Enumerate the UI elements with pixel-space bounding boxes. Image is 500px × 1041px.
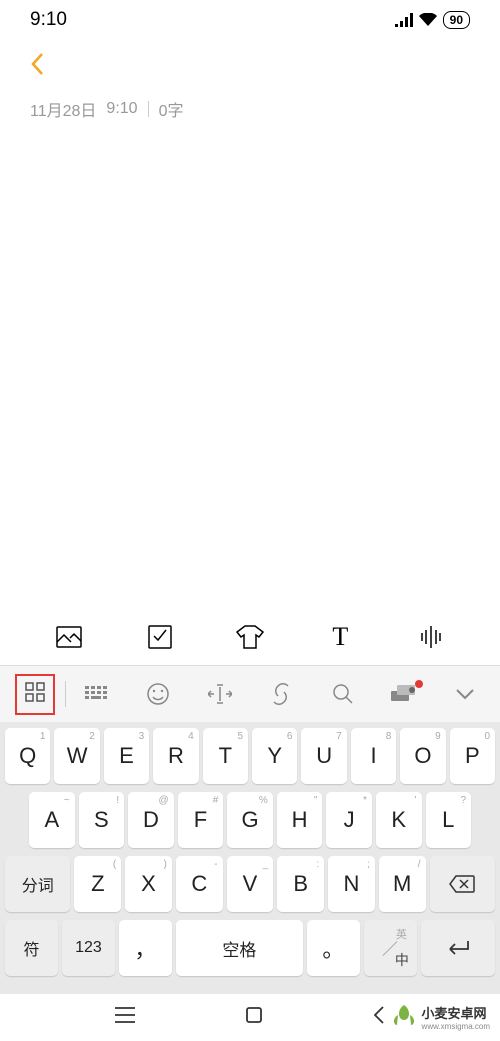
voice-input-button[interactable] <box>417 623 445 651</box>
watermark-name: 小麦安卓网 <box>422 1003 490 1022</box>
search-button[interactable] <box>312 676 373 712</box>
key-O[interactable]: 9O <box>400 728 445 784</box>
insert-checkbox-button[interactable] <box>146 623 174 651</box>
key-H[interactable]: "H <box>277 792 323 848</box>
back-button[interactable] <box>30 52 470 81</box>
battery-indicator: 90 <box>443 11 470 29</box>
soft-keyboard: 1Q2W3E4R5T6Y7U8I9O0P ~A!S@D#F%G"H*J'K?L … <box>0 722 500 994</box>
key-Y[interactable]: 6Y <box>252 728 297 784</box>
key-M[interactable]: /M <box>379 856 426 912</box>
note-toolbar: T <box>0 609 500 665</box>
emoji-button[interactable] <box>128 676 189 712</box>
watermark-url: www.xmsigma.com <box>422 1022 490 1031</box>
grid-menu-button[interactable] <box>4 676 65 712</box>
keyboard-layout-button[interactable] <box>66 676 127 712</box>
key-N[interactable]: ;N <box>328 856 375 912</box>
key-U[interactable]: 7U <box>301 728 346 784</box>
key-R[interactable]: 4R <box>153 728 198 784</box>
collapse-keyboard-button[interactable] <box>435 676 496 712</box>
note-metadata: 11月28日 9:10 0字 <box>0 81 500 137</box>
space-key[interactable]: 空格 <box>176 920 303 976</box>
key-Z[interactable]: (Z <box>74 856 121 912</box>
language-switch-key[interactable]: 英中 <box>364 920 417 976</box>
key-P[interactable]: 0P <box>450 728 495 784</box>
status-icons: 90 <box>395 11 470 29</box>
key-C[interactable]: -C <box>176 856 223 912</box>
key-Q[interactable]: 1Q <box>5 728 50 784</box>
key-K[interactable]: 'K <box>376 792 422 848</box>
key-L[interactable]: ?L <box>426 792 472 848</box>
status-time: 9:10 <box>30 9 67 31</box>
key-E[interactable]: 3E <box>104 728 149 784</box>
keyboard-toolbar <box>0 666 500 722</box>
key-F[interactable]: #F <box>178 792 224 848</box>
translate-button[interactable] <box>373 676 434 712</box>
key-S[interactable]: !S <box>79 792 125 848</box>
theme-button[interactable] <box>236 623 264 651</box>
recent-apps-button[interactable] <box>115 1007 135 1028</box>
symbol-key[interactable]: 符 <box>5 920 58 976</box>
note-time: 9:10 <box>106 100 137 118</box>
enter-key[interactable] <box>421 920 495 976</box>
notification-dot <box>415 680 423 688</box>
key-W[interactable]: 2W <box>54 728 99 784</box>
key-G[interactable]: %G <box>227 792 273 848</box>
period-key[interactable]: 。 <box>307 920 360 976</box>
number-key[interactable]: 123 <box>62 920 115 976</box>
signal-icon <box>395 13 413 27</box>
key-I[interactable]: 8I <box>351 728 396 784</box>
text-format-button[interactable]: T <box>326 623 354 651</box>
clipboard-button[interactable] <box>251 676 312 712</box>
note-char-count: 0字 <box>159 97 184 121</box>
key-A[interactable]: ~A <box>29 792 75 848</box>
watermark: 小麦安卓网 www.xmsigma.com <box>390 1003 490 1031</box>
key-V[interactable]: _V <box>227 856 274 912</box>
key-J[interactable]: *J <box>326 792 372 848</box>
cursor-move-button[interactable] <box>189 676 250 712</box>
backspace-key[interactable] <box>430 856 495 912</box>
key-T[interactable]: 5T <box>203 728 248 784</box>
key-D[interactable]: @D <box>128 792 174 848</box>
note-date: 11月28日 <box>30 97 96 121</box>
segment-key[interactable]: 分词 <box>5 856 70 912</box>
key-X[interactable]: )X <box>125 856 172 912</box>
note-content-area[interactable] <box>0 137 500 609</box>
nav-back-button[interactable] <box>373 1006 385 1029</box>
key-B[interactable]: :B <box>277 856 324 912</box>
home-button[interactable] <box>246 1007 262 1028</box>
insert-image-button[interactable] <box>55 623 83 651</box>
wifi-icon <box>419 13 437 27</box>
comma-key[interactable]: ， <box>119 920 172 976</box>
watermark-logo-icon <box>390 1003 418 1031</box>
